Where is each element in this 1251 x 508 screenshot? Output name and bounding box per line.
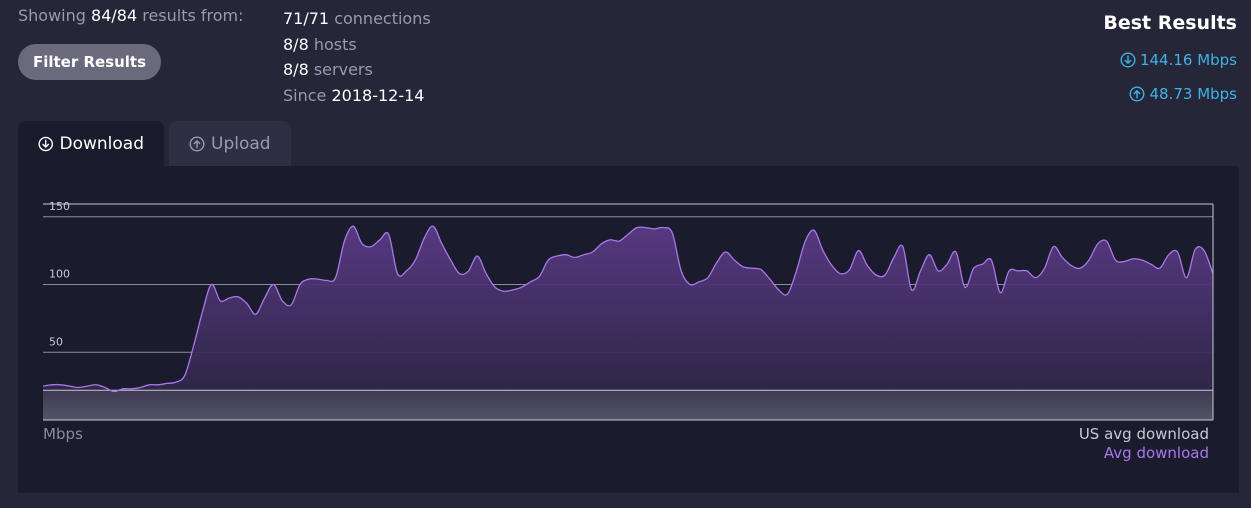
stat-since: Since 2018-12-14 <box>283 85 425 105</box>
results-summary: Showing 84/84 results from: <box>18 6 244 25</box>
chart-panel: 50 100 150 Mbps US avg download Avg downlo… <box>18 166 1239 493</box>
y-tick-label-50: 50 <box>49 335 63 348</box>
stat-servers: 8/8 servers <box>283 60 373 79</box>
best-upload: 48.73 Mbps <box>1129 85 1237 103</box>
best-upload-value: 48.73 Mbps <box>1149 85 1237 103</box>
tab-download-label: Download <box>59 133 144 154</box>
y-axis-unit: Mbps <box>43 425 83 443</box>
best-download-value: 144.16 Mbps <box>1139 51 1237 69</box>
summary-count: 84/84 <box>91 6 138 25</box>
stat-hosts: 8/8 hosts <box>283 34 357 54</box>
summary-prefix: Showing <box>18 6 86 25</box>
tab-upload[interactable]: Upload <box>169 121 291 166</box>
y-tick-labels: 50 100 150 <box>49 200 70 349</box>
best-results-title: Best Results <box>1103 12 1237 34</box>
arrow-down-circle-icon <box>1120 52 1136 68</box>
legend-us-avg-download: US avg download <box>1078 425 1209 443</box>
download-chart: 50 100 150 <box>42 200 1214 421</box>
tab-download[interactable]: Download <box>18 121 164 166</box>
arrow-up-circle-icon <box>189 135 205 152</box>
stat-connections: 71/71 connections <box>283 9 431 28</box>
summary-suffix: results from: <box>142 6 244 25</box>
y-tick-label-150: 150 <box>49 200 70 213</box>
tab-upload-label: Upload <box>211 133 271 154</box>
best-download: 144.16 Mbps <box>1120 51 1237 69</box>
stats-list: 71/71 connections 8/8 hosts 8/8 servers … <box>283 6 431 108</box>
legend-avg-download: Avg download <box>1103 444 1209 462</box>
us-avg-download-band <box>43 390 1213 420</box>
filter-results-button[interactable]: Filter Results <box>18 44 161 80</box>
arrow-up-circle-icon <box>1129 86 1145 102</box>
arrow-down-circle-icon <box>38 136 54 151</box>
y-tick-label-100: 100 <box>49 268 70 281</box>
